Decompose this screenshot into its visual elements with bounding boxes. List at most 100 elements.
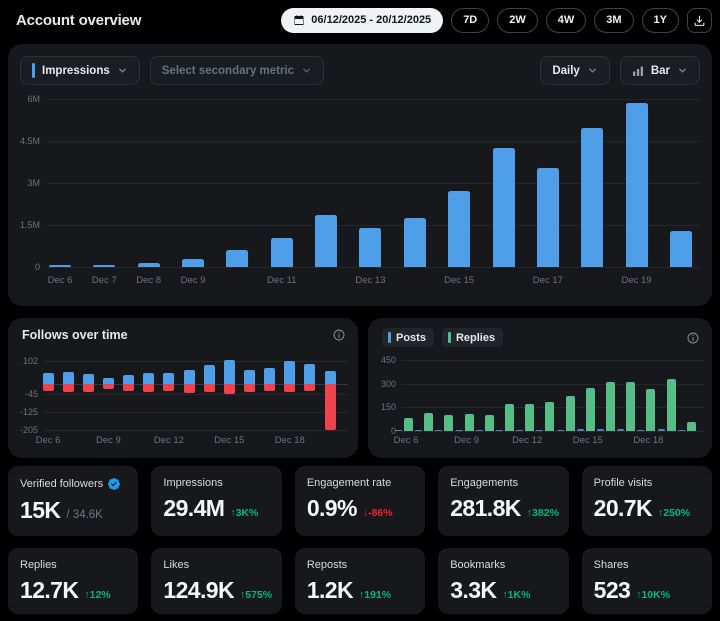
follows-lost-bar[interactable] <box>224 384 235 394</box>
replies-bar[interactable] <box>626 382 635 431</box>
follows-gained-bar[interactable] <box>204 365 215 384</box>
posts-bar[interactable] <box>597 429 604 431</box>
posts-bar[interactable] <box>395 430 402 432</box>
follows-gained-bar[interactable] <box>163 373 174 384</box>
impressions-bar[interactable] <box>448 191 470 267</box>
follows-gained-bar[interactable] <box>304 364 315 384</box>
range-button-3m[interactable]: 3M <box>594 8 633 33</box>
impressions-bar[interactable] <box>404 218 426 267</box>
follows-lost-bar[interactable] <box>284 384 295 392</box>
replies-bar[interactable] <box>525 404 534 431</box>
posts-bar[interactable] <box>637 430 644 432</box>
follows-lost-bar[interactable] <box>184 384 195 393</box>
posts-bar[interactable] <box>435 430 442 432</box>
y-axis-label: 4.5M <box>10 136 40 146</box>
stat-delta: ↑10K% <box>636 589 670 601</box>
impressions-bar[interactable] <box>182 259 204 267</box>
replies-bar[interactable] <box>424 413 433 431</box>
follows-lost-bar[interactable] <box>143 384 154 392</box>
follows-lost-bar[interactable] <box>43 384 54 391</box>
stat-value: 281.8K <box>450 495 521 522</box>
follows-gained-bar[interactable] <box>63 372 74 384</box>
replies-bar[interactable] <box>586 388 595 431</box>
replies-bar[interactable] <box>404 418 413 431</box>
follows-gained-bar[interactable] <box>43 373 54 384</box>
impressions-bar[interactable] <box>138 263 160 267</box>
replies-bar[interactable] <box>485 415 494 431</box>
replies-bar[interactable] <box>566 396 575 431</box>
posts-bar[interactable] <box>678 430 685 432</box>
impressions-bar[interactable] <box>93 265 115 267</box>
posts-bar[interactable] <box>476 430 483 432</box>
follows-lost-bar[interactable] <box>83 384 94 392</box>
follows-lost-bar[interactable] <box>63 384 74 392</box>
impressions-bar[interactable] <box>226 250 248 267</box>
follows-gained-bar[interactable] <box>325 371 336 384</box>
replies-bar[interactable] <box>465 414 474 431</box>
follows-gained-bar[interactable] <box>83 374 94 384</box>
y-axis-label: -125 <box>12 407 38 417</box>
follows-gained-bar[interactable] <box>184 370 195 384</box>
impressions-chart: 01.5M3M4.5M6MDec 6Dec 7Dec 8Dec 9Dec 11D… <box>8 44 712 306</box>
posts-bar[interactable] <box>536 430 543 432</box>
impressions-bar[interactable] <box>315 215 337 267</box>
replies-bar[interactable] <box>505 404 514 431</box>
follows-lost-bar[interactable] <box>304 384 315 391</box>
calendar-icon <box>293 14 305 26</box>
replies-bar[interactable] <box>545 402 554 431</box>
range-button-7d[interactable]: 7D <box>451 8 489 33</box>
stat-label: Profile visits <box>594 477 700 489</box>
gridline <box>402 431 704 432</box>
follows-lost-bar[interactable] <box>244 384 255 392</box>
follows-lost-bar[interactable] <box>264 384 275 391</box>
replies-bar[interactable] <box>606 382 615 431</box>
impressions-bar[interactable] <box>493 148 515 267</box>
stat-value: 1.2K <box>307 577 353 604</box>
range-button-1y[interactable]: 1Y <box>642 8 679 33</box>
download-button[interactable] <box>687 8 712 33</box>
posts-bar[interactable] <box>516 430 523 432</box>
impressions-bar[interactable] <box>670 231 692 267</box>
follows-gained-bar[interactable] <box>284 361 295 384</box>
follows-gained-bar[interactable] <box>244 370 255 384</box>
stat-value: 12.7K <box>20 577 78 604</box>
follows-lost-bar[interactable] <box>204 384 215 392</box>
date-range-picker[interactable]: 06/12/2025 - 20/12/2025 <box>281 8 443 33</box>
replies-bar[interactable] <box>687 422 696 431</box>
range-button-4w[interactable]: 4W <box>546 8 587 33</box>
x-axis-label: Dec 19 <box>621 275 651 286</box>
stat-value-row: 281.8K↑382% <box>450 495 556 522</box>
follows-gained-bar[interactable] <box>143 373 154 384</box>
posts-bar[interactable] <box>577 429 584 431</box>
posts-bar[interactable] <box>658 429 665 431</box>
posts-bar[interactable] <box>617 429 624 431</box>
y-axis-label: 102 <box>12 356 38 366</box>
stat-label-text: Impressions <box>163 477 222 489</box>
replies-bar[interactable] <box>646 389 655 431</box>
follows-lost-bar[interactable] <box>325 384 336 430</box>
impressions-bar[interactable] <box>581 128 603 267</box>
replies-bar[interactable] <box>444 415 453 431</box>
impressions-bar[interactable] <box>626 103 648 267</box>
impressions-bar[interactable] <box>271 238 293 267</box>
replies-bar[interactable] <box>667 379 676 431</box>
impressions-bar[interactable] <box>49 265 71 267</box>
follows-lost-bar[interactable] <box>103 384 114 389</box>
impressions-bar[interactable] <box>537 168 559 267</box>
follows-gained-bar[interactable] <box>123 375 134 384</box>
posts-bar[interactable] <box>415 430 422 432</box>
posts-bar[interactable] <box>456 430 463 432</box>
follows-gained-bar[interactable] <box>224 360 235 384</box>
posts-replies-chart: 0150300450Dec 6Dec 9Dec 12Dec 15Dec 18 <box>368 318 712 458</box>
range-button-2w[interactable]: 2W <box>497 8 538 33</box>
follows-lost-bar[interactable] <box>123 384 134 391</box>
impressions-bar[interactable] <box>359 228 381 267</box>
follows-lost-bar[interactable] <box>163 384 174 391</box>
stat-delta: ↑250% <box>658 507 690 519</box>
follows-gained-bar[interactable] <box>264 368 275 384</box>
x-axis-label: Dec 15 <box>444 275 474 286</box>
x-axis-label: Dec 6 <box>36 435 61 446</box>
stat-value-row: 15K/ 34.6K <box>20 497 126 524</box>
posts-bar[interactable] <box>557 430 564 432</box>
posts-bar[interactable] <box>496 430 503 432</box>
